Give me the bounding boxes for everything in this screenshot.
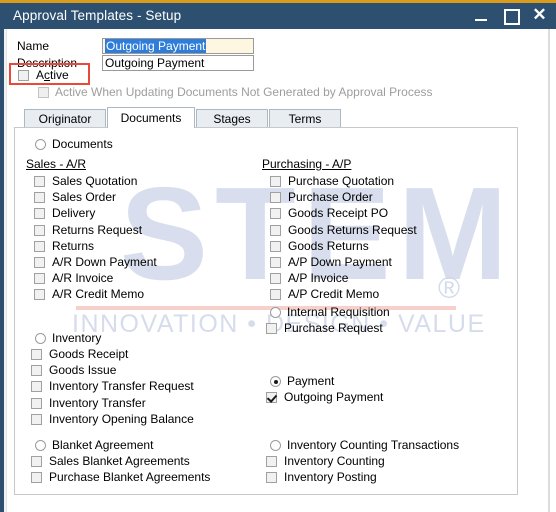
label-returns-request: Returns Request xyxy=(52,222,143,237)
label-delivery: Delivery xyxy=(52,206,96,221)
column-heading-purchasing-a-p: Purchasing - A/P xyxy=(262,157,352,171)
checkbox-purchase-blanket-agreements[interactable] xyxy=(31,472,42,484)
label-returns: Returns xyxy=(52,238,95,253)
checkbox-inventory-transfer-request[interactable] xyxy=(31,381,42,393)
window-titlebar[interactable]: Approval Templates - Setup ✕ xyxy=(0,0,556,29)
checkbox-sales-quotation[interactable] xyxy=(34,176,45,187)
label-purchase-quotation: Purchase Quotation xyxy=(288,174,395,188)
label-a-p-invoice: A/P Invoice xyxy=(288,271,349,286)
checkbox-a-p-invoice[interactable] xyxy=(270,273,281,285)
checkbox-sales-order[interactable] xyxy=(34,192,45,204)
checkbox-purchase-order[interactable] xyxy=(270,192,281,204)
label-inventory-counting: Inventory Counting xyxy=(284,454,385,468)
label-purchase-order: Purchase Order xyxy=(288,190,373,205)
checkbox-a-p-down-payment[interactable] xyxy=(270,257,281,268)
radio-blanket-agreement[interactable] xyxy=(35,440,46,451)
label-goods-returns: Goods Returns xyxy=(288,238,369,253)
minimize-icon[interactable] xyxy=(473,7,490,24)
label-a-p-down-payment: A/P Down Payment xyxy=(288,255,392,269)
label-inventory-transfer-request: Inventory Transfer Request xyxy=(49,379,194,394)
tab-label: Terms xyxy=(288,111,322,126)
active-when-updating-label: Active When Updating Documents Not Gener… xyxy=(55,85,433,99)
radio-inventory[interactable] xyxy=(35,333,46,344)
tab-label: Documents xyxy=(120,110,182,125)
description-input[interactable]: Outgoing Payment xyxy=(102,55,254,71)
checkbox-a-r-credit-memo[interactable] xyxy=(34,289,45,301)
label-inventory-opening-balance: Inventory Opening Balance xyxy=(49,411,194,426)
tab-originator[interactable]: Originator xyxy=(24,109,106,128)
label-goods-issue: Goods Issue xyxy=(49,363,117,378)
checkbox-goods-returns[interactable] xyxy=(270,240,281,252)
active-when-updating-checkbox[interactable] xyxy=(38,87,49,98)
radio-inventory-counting-transactions[interactable] xyxy=(270,440,281,451)
checkbox-sales-blanket-agreements[interactable] xyxy=(31,456,42,467)
checkbox-inventory-counting[interactable] xyxy=(266,456,277,467)
active-checkbox[interactable] xyxy=(18,70,29,81)
checkbox-purchase-quotation[interactable] xyxy=(270,176,281,187)
window-controls: ✕ xyxy=(473,6,548,25)
close-icon[interactable]: ✕ xyxy=(531,6,548,24)
tab-label: Originator xyxy=(38,111,92,126)
active-label: Active xyxy=(36,68,69,82)
label-a-r-down-payment: A/R Down Payment xyxy=(52,255,157,269)
checkbox-goods-returns-request[interactable] xyxy=(270,224,281,236)
label-a-p-credit-memo: A/P Credit Memo xyxy=(288,287,380,302)
group-label-payment: Payment xyxy=(287,374,335,388)
checkbox-goods-issue[interactable] xyxy=(31,365,42,377)
checkbox-inventory-opening-balance[interactable] xyxy=(31,413,42,425)
group-label-internal-requisition: Internal Requisition xyxy=(287,305,390,319)
label-inventory-posting: Inventory Posting xyxy=(284,470,377,485)
checkbox-inventory-transfer[interactable] xyxy=(31,397,42,409)
tab-strip: Originator Documents Stages Terms xyxy=(24,107,342,128)
radio-payment[interactable] xyxy=(270,376,281,387)
checkbox-returns[interactable] xyxy=(34,240,45,252)
checkbox-returns-request[interactable] xyxy=(34,224,45,236)
checkbox-outgoing-payment[interactable] xyxy=(266,392,277,403)
checkbox-a-r-invoice[interactable] xyxy=(34,273,45,285)
checkbox-purchase-request[interactable] xyxy=(266,323,277,334)
label-a-r-invoice: A/R Invoice xyxy=(52,271,114,286)
radio-documents[interactable] xyxy=(35,139,46,150)
tab-label: Stages xyxy=(213,111,251,126)
maximize-icon[interactable] xyxy=(502,7,520,25)
checkbox-goods-receipt-po[interactable] xyxy=(270,208,281,220)
tab-stages[interactable]: Stages xyxy=(196,109,268,128)
group-label-blanket-agreement: Blanket Agreement xyxy=(52,438,154,452)
tab-documents[interactable]: Documents xyxy=(107,107,195,128)
name-input-value: Outgoing Payment xyxy=(105,39,207,53)
label-goods-receipt-po: Goods Receipt PO xyxy=(288,206,389,221)
label-goods-returns-request: Goods Returns Request xyxy=(288,222,417,237)
label-purchase-blanket-agreements: Purchase Blanket Agreements xyxy=(49,470,211,485)
name-label: Name xyxy=(17,39,50,53)
checkbox-a-p-credit-memo[interactable] xyxy=(270,289,281,301)
group-label-documents: Documents xyxy=(52,137,113,151)
checkbox-inventory-posting[interactable] xyxy=(266,472,277,484)
checkbox-a-r-down-payment[interactable] xyxy=(34,257,45,268)
label-goods-receipt: Goods Receipt xyxy=(49,347,129,361)
label-sales-order: Sales Order xyxy=(52,190,117,205)
tab-terms[interactable]: Terms xyxy=(269,109,341,128)
approval-templates-setup-window: Approval Templates - Setup ✕ Name Outgoi… xyxy=(0,0,556,512)
label-sales-quotation: Sales Quotation xyxy=(52,174,138,188)
window-title: Approval Templates - Setup xyxy=(13,8,182,23)
group-label-inventory-counting-transactions: Inventory Counting Transactions xyxy=(287,438,460,452)
checkbox-delivery[interactable] xyxy=(34,208,45,220)
window-right-gutter xyxy=(550,29,556,512)
label-purchase-request: Purchase Request xyxy=(284,321,383,335)
label-a-r-credit-memo: A/R Credit Memo xyxy=(52,287,145,302)
radio-internal-requisition[interactable] xyxy=(270,307,281,318)
window-left-gutter xyxy=(4,29,7,512)
label-sales-blanket-agreements: Sales Blanket Agreements xyxy=(49,454,190,468)
group-label-inventory: Inventory xyxy=(52,331,102,345)
name-input[interactable]: Outgoing Payment xyxy=(102,38,254,54)
label-outgoing-payment: Outgoing Payment xyxy=(284,390,384,404)
checkbox-goods-receipt[interactable] xyxy=(31,349,42,360)
column-heading-sales-a-r: Sales - A/R xyxy=(26,157,87,171)
label-inventory-transfer: Inventory Transfer xyxy=(49,395,146,410)
